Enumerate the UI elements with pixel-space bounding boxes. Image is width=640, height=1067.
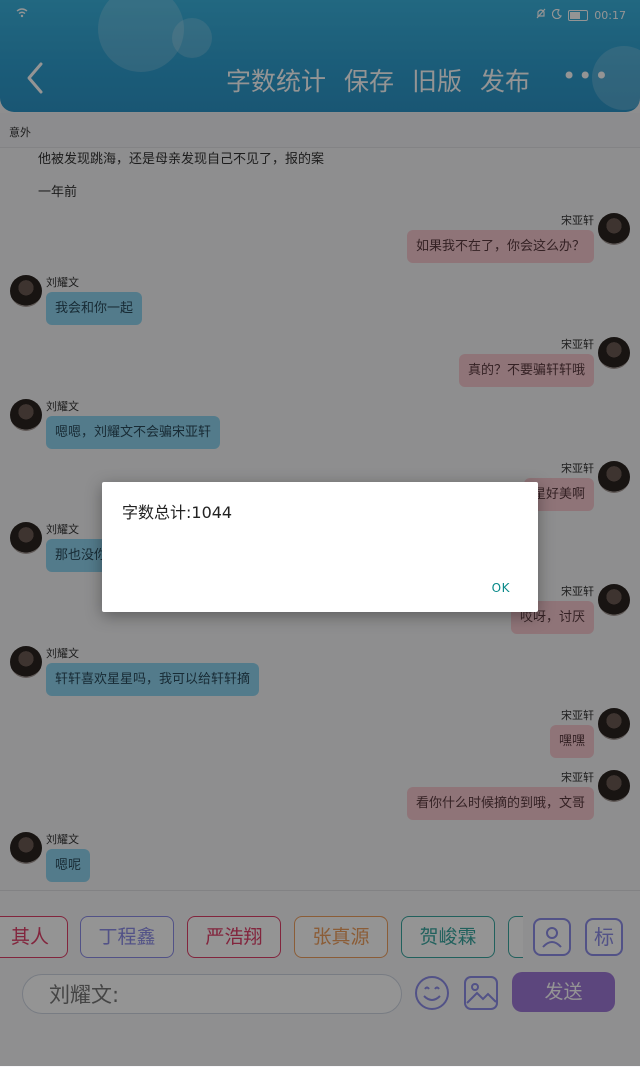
ok-button[interactable]: OK [492, 581, 510, 595]
word-count-dialog: 字数总计:1044 OK [102, 482, 538, 612]
dialog-message: 字数总计:1044 [122, 503, 233, 522]
